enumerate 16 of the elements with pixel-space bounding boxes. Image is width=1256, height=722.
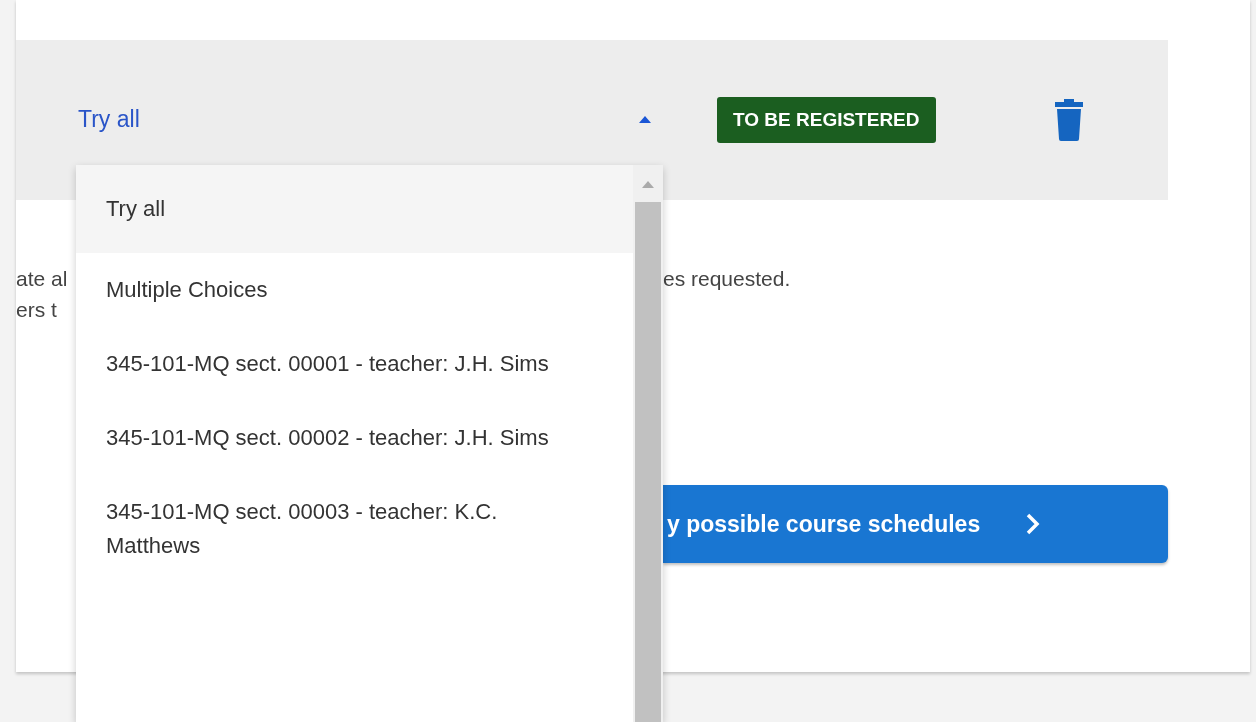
scroll-up-icon[interactable] xyxy=(642,181,654,188)
chevron-right-icon xyxy=(1026,513,1041,535)
description-text: ate al xyxy=(16,266,69,291)
display-schedules-button[interactable]: y possible course schedules xyxy=(663,485,1168,563)
caret-icon xyxy=(639,115,651,123)
description-text: ers t xyxy=(16,297,58,322)
dropdown-option[interactable]: 345-101-MQ sect. 00002 - teacher: J.H. Sims xyxy=(76,401,633,475)
trash-icon[interactable] xyxy=(1053,99,1084,141)
status-badge: TO BE REGISTERED xyxy=(717,97,936,143)
dropdown-option[interactable]: 345-101-MQ sect. 00001 - teacher: J.H. Sims xyxy=(76,327,633,401)
dropdown-option[interactable]: Multiple Choices xyxy=(76,253,633,327)
scrollbar[interactable] xyxy=(633,165,663,722)
dropdown-option[interactable]: 345-101-MQ sect. 00003 - teacher: K.C. Matthews xyxy=(76,475,633,583)
description-text: es requested. xyxy=(663,266,791,291)
dropdown-option[interactable]: Try all xyxy=(76,165,633,253)
scrollbar-thumb[interactable] xyxy=(635,202,661,722)
